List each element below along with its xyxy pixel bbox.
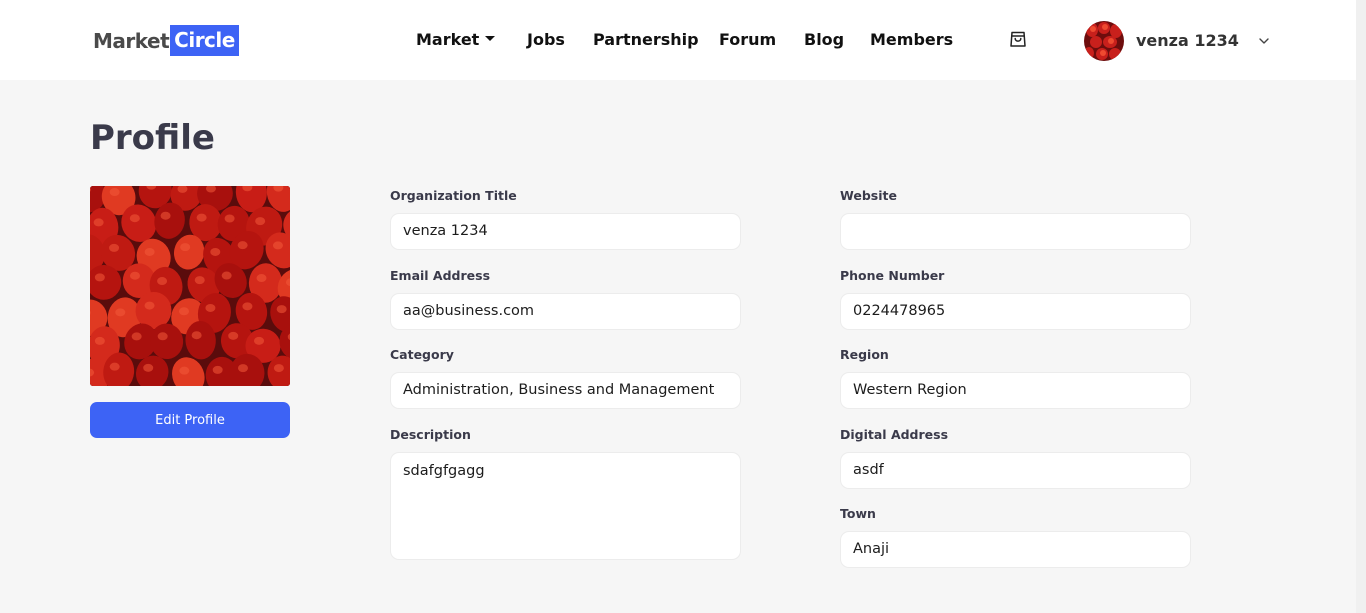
nav-market[interactable]: Market: [416, 29, 496, 51]
profile-photo: [90, 186, 290, 386]
chevron-down-icon[interactable]: [1257, 34, 1271, 48]
strawberries-image: [90, 186, 290, 386]
website-label: Website: [840, 188, 897, 203]
caret-down-icon: [485, 36, 496, 41]
page-title: Profile: [90, 118, 215, 158]
user-name[interactable]: venza 1234: [1136, 30, 1239, 52]
market-circle-logo[interactable]: Market Circle: [93, 25, 239, 56]
logo-text-market: Market: [93, 28, 170, 53]
website-field[interactable]: [840, 213, 1191, 250]
nav-members[interactable]: Members: [870, 29, 953, 51]
description-label: Description: [390, 427, 471, 442]
region-field[interactable]: Western Region: [840, 372, 1191, 409]
town-field[interactable]: Anaji: [840, 531, 1191, 568]
org-title-field[interactable]: venza 1234: [390, 213, 741, 250]
region-label: Region: [840, 347, 889, 362]
avatar-image: [1084, 21, 1124, 61]
email-label: Email Address: [390, 268, 491, 283]
logo-text-circle: Circle: [170, 25, 239, 56]
nav-partnership[interactable]: Partnership: [593, 29, 699, 51]
nav-forum[interactable]: Forum: [719, 29, 776, 51]
scrollbar-track[interactable]: [1356, 0, 1366, 613]
digital-address-field[interactable]: asdf: [840, 452, 1191, 489]
phone-field[interactable]: 0224478965: [840, 293, 1191, 330]
nav-blog[interactable]: Blog: [804, 29, 844, 51]
category-field[interactable]: Administration, Business and Management: [390, 372, 741, 409]
email-field[interactable]: aa@business.com: [390, 293, 741, 330]
nav-market-label: Market: [416, 30, 480, 49]
user-avatar[interactable]: [1084, 21, 1124, 61]
category-label: Category: [390, 347, 454, 362]
digital-address-label: Digital Address: [840, 427, 949, 442]
phone-label: Phone Number: [840, 268, 945, 283]
description-textarea[interactable]: sdafgfgagg: [390, 452, 741, 560]
org-title-label: Organization Title: [390, 188, 517, 203]
town-label: Town: [840, 506, 876, 521]
shopping-bag-icon[interactable]: [1008, 29, 1028, 49]
nav-jobs[interactable]: Jobs: [527, 29, 565, 51]
edit-profile-button[interactable]: Edit Profile: [90, 402, 290, 438]
top-navbar: Market Circle Market Jobs Partnership Fo…: [0, 0, 1356, 80]
